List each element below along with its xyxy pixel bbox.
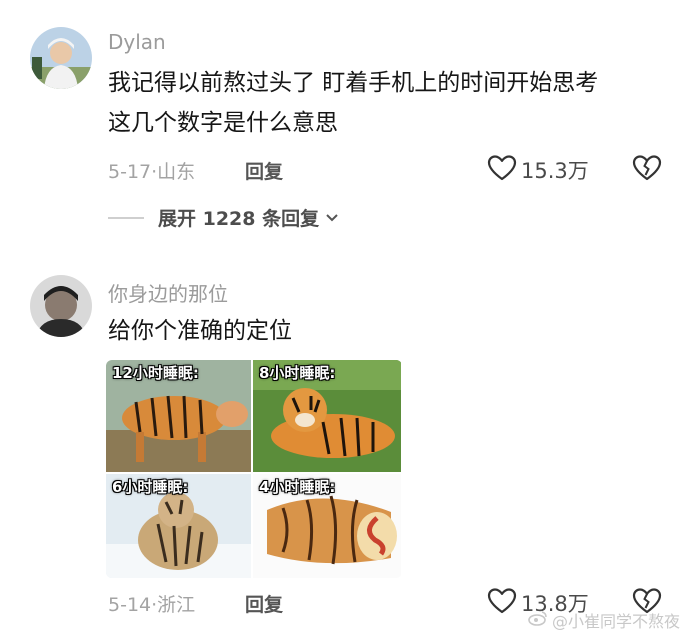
avatar-dylan[interactable] [30,27,92,89]
comment-line: 我记得以前熬过头了 盯着手机上的时间开始思考 [108,70,599,96]
dislike-button[interactable] [632,154,662,182]
comment-line: 给你个准确的定位 [108,318,292,344]
comment-line: 这几个数字是什么意思 [108,110,338,136]
heart-outline-icon [487,154,517,186]
like-button[interactable]: 15.3万 [487,154,589,186]
expand-divider [108,216,144,219]
broken-heart-icon [632,154,662,182]
like-count: 15.3万 [521,159,589,183]
chevron-down-icon [325,208,339,227]
meme-panel-tiger-pig: 12小时睡眠: [106,360,251,472]
meme-panel-tiger-lying: 8小时睡眠: [253,360,401,472]
watermark-text: @小崔同学不熬夜 [551,612,680,631]
meme-label: 8小时睡眠: [259,364,336,382]
comment-location: 山东 [157,161,196,183]
reply-button[interactable]: 回复 [245,590,283,617]
username[interactable]: 你身边的那位 [108,278,228,307]
heart-outline-icon [487,587,517,619]
weibo-logo-icon [528,610,548,630]
comment-date: 5-14 [108,594,152,616]
comment-text: 给你个准确的定位 [108,311,292,351]
reply-button[interactable]: 回复 [245,157,283,184]
expand-replies-label: 展开 1228 条回复 [158,208,320,230]
username[interactable]: Dylan [108,30,166,54]
meme-label: 6小时睡眠: [112,478,189,496]
meme-image[interactable]: 12小时睡眠: 8小时睡眠: 6小时睡眠: 4小时睡眠: [106,360,402,578]
meme-panel-tiger-snow: 6小时睡眠: [106,474,251,578]
meme-panel-swiss-roll: 4小时睡眠: [253,474,401,578]
avatar-image [30,27,92,89]
comment-date: 5-17 [108,161,152,183]
comment-location: 浙江 [157,594,196,616]
comment-meta: 5-17·山东 [108,157,195,184]
watermark: @小崔同学不熬夜 [528,608,680,632]
meme-label: 4小时睡眠: [259,478,336,496]
avatar-image [30,275,92,337]
avatar-user[interactable] [30,275,92,337]
expand-replies-button[interactable]: 展开 1228 条回复 [108,204,339,231]
comment-meta: 5-14·浙江 [108,590,195,617]
comment-text: 我记得以前熬过头了 盯着手机上的时间开始思考 这几个数字是什么意思 [108,63,598,143]
meme-label: 12小时睡眠: [112,364,199,382]
